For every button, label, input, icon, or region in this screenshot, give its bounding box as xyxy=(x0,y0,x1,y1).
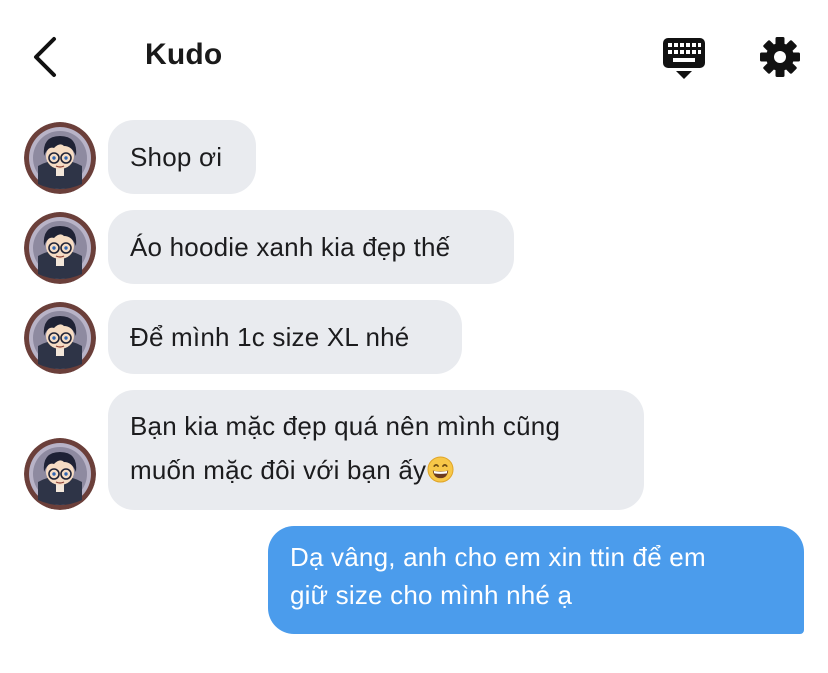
message-bubble-incoming[interactable]: Để mình 1c size XL nhé xyxy=(108,300,462,374)
gear-icon xyxy=(760,37,800,77)
conversation-title: Kudo xyxy=(145,38,223,71)
keyboard-icon xyxy=(663,38,705,79)
message-text-line: Dạ vâng, anh cho em xin ttin để em xyxy=(290,542,706,572)
message-text: Áo hoodie xanh kia đẹp thế xyxy=(130,232,451,262)
settings-button[interactable] xyxy=(759,36,801,78)
message-bubble-incoming[interactable]: Shop ơi xyxy=(108,120,256,194)
message-text-line: Bạn kia mặc đẹp quá nên mình cũng xyxy=(130,411,561,441)
sender-avatar[interactable] xyxy=(24,438,96,510)
sender-avatar[interactable] xyxy=(24,302,96,374)
message-text-line-with-emoji: muốn mặc đôi với bạn ấy xyxy=(130,448,622,492)
message-text-line: giữ size cho mình nhé ạ xyxy=(290,580,573,610)
message-bubble-incoming[interactable]: Bạn kia mặc đẹp quá nên mình cũng muốn m… xyxy=(108,390,644,510)
message-text: muốn mặc đôi với bạn ấy xyxy=(130,455,427,485)
chat-header: Kudo xyxy=(0,0,828,110)
avatar-image xyxy=(24,438,96,510)
sender-avatar[interactable] xyxy=(24,122,96,194)
message-text: Để mình 1c size XL nhé xyxy=(130,322,410,352)
message-bubble-incoming[interactable]: Áo hoodie xanh kia đẹp thế xyxy=(108,210,514,284)
grinning-face-icon xyxy=(427,456,454,483)
keyboard-button[interactable] xyxy=(662,36,706,80)
avatar-image xyxy=(24,302,96,374)
back-button[interactable] xyxy=(30,36,60,78)
message-bubble-outgoing[interactable]: Dạ vâng, anh cho em xin ttin để em giữ s… xyxy=(268,526,804,634)
avatar-image xyxy=(24,122,96,194)
avatar-image xyxy=(24,212,96,284)
chevron-left-icon xyxy=(34,37,56,77)
sender-avatar[interactable] xyxy=(24,212,96,284)
message-text: Shop ơi xyxy=(130,142,223,172)
